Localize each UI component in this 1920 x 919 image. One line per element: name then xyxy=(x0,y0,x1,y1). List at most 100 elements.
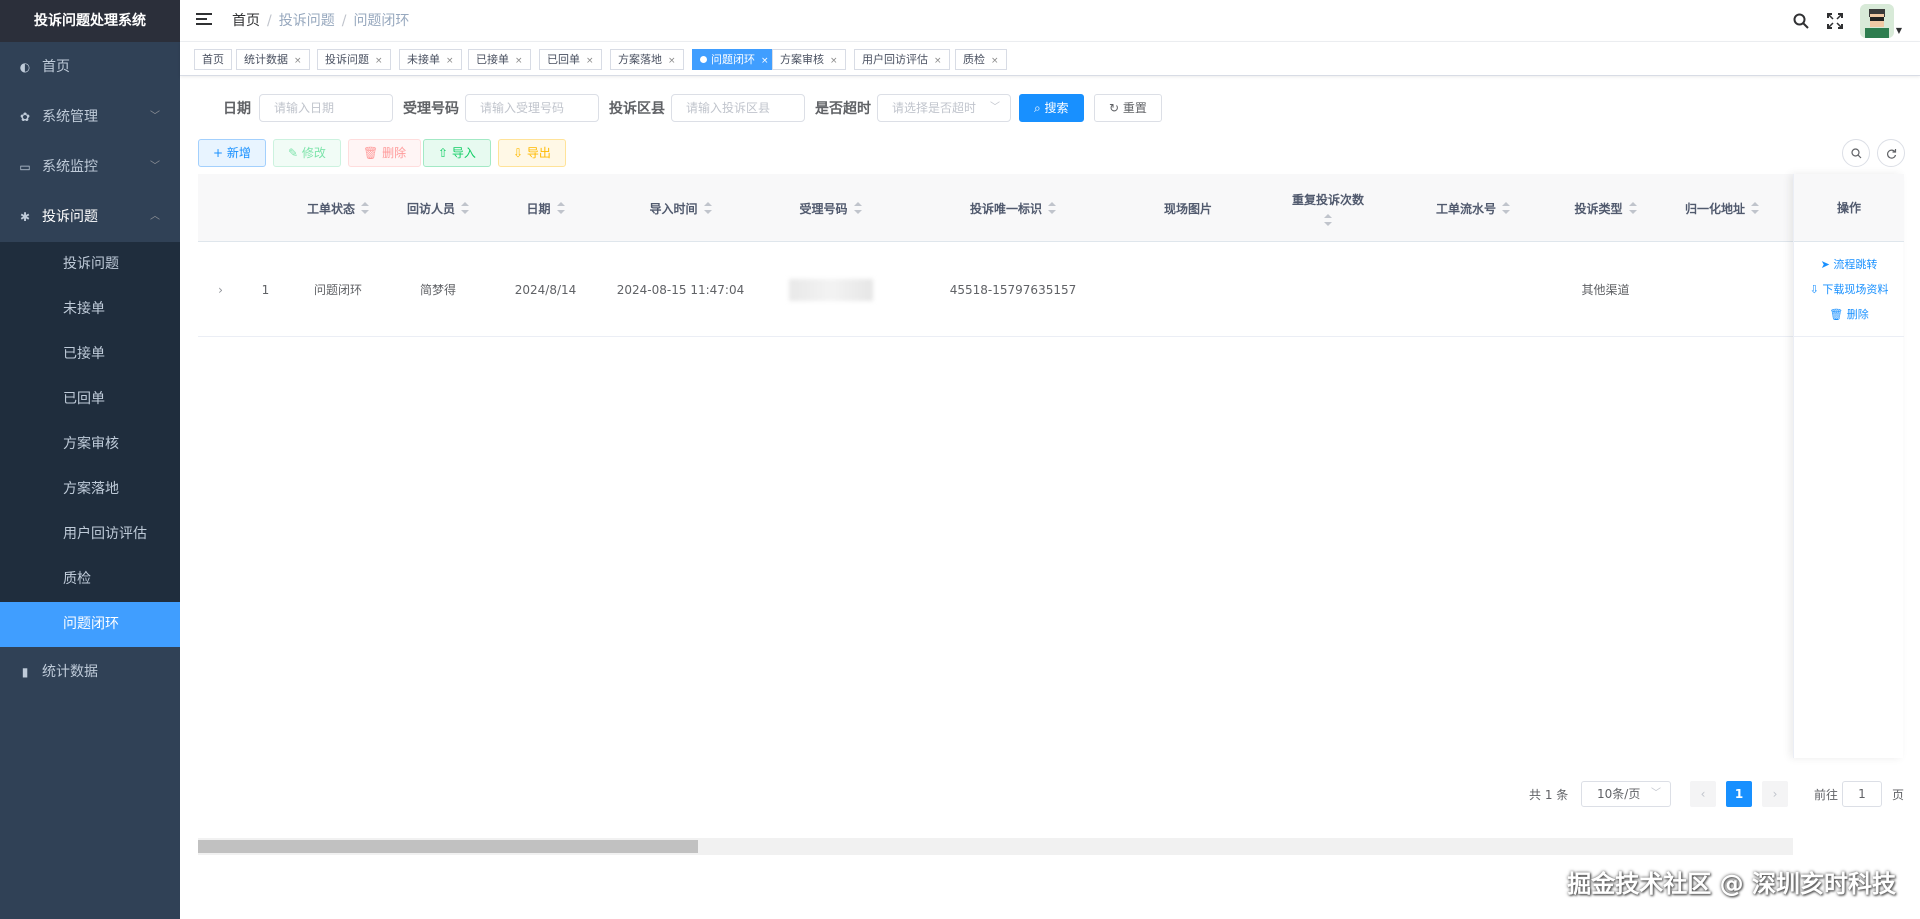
refresh-icon: ↻ xyxy=(1109,101,1123,115)
sort-icon[interactable] xyxy=(1324,213,1332,226)
tag-item[interactable]: 未接单 × xyxy=(399,49,462,70)
close-icon[interactable]: × xyxy=(294,56,302,66)
toggle-search-button[interactable] xyxy=(1842,139,1870,167)
sidebar-item-complaint[interactable]: ✱ 投诉问题 ︿ xyxy=(0,192,180,242)
download-materials-link[interactable]: ⇩ 下载现场资料 xyxy=(1810,277,1889,302)
district-input[interactable]: 请输入投诉区县 xyxy=(671,94,805,122)
close-icon[interactable]: × xyxy=(830,56,838,66)
tag-label: 问题闭环 xyxy=(711,53,755,66)
sidebar-subitem[interactable]: 质检 xyxy=(0,557,180,602)
close-icon[interactable]: × xyxy=(761,56,769,66)
tag-item[interactable]: 已接单 × xyxy=(468,49,531,70)
tag-item[interactable]: 统计数据 × xyxy=(236,49,310,70)
sidebar-subitem[interactable]: 已接单 xyxy=(0,332,180,377)
sort-icon[interactable] xyxy=(1751,202,1760,214)
goto-page-input[interactable]: 1 xyxy=(1842,781,1882,807)
delete-row-link[interactable]: 🗑 删除 xyxy=(1829,302,1868,327)
tag-item[interactable]: 用户回访评估 × xyxy=(854,49,950,70)
tag-home[interactable]: 首页 xyxy=(194,49,232,70)
refresh-button[interactable] xyxy=(1877,139,1905,167)
next-page-button[interactable]: › xyxy=(1762,781,1788,807)
monitor-icon: ▭ xyxy=(19,160,31,174)
sort-icon[interactable] xyxy=(853,202,862,214)
close-icon[interactable]: × xyxy=(991,56,999,66)
add-button[interactable]: + 新增 xyxy=(198,139,266,167)
breadcrumb-item[interactable]: 首页 xyxy=(232,13,260,29)
sidebar-item-system[interactable]: ✿ 系统管理 ﹀ xyxy=(0,92,180,142)
export-button[interactable]: ⇩ 导出 xyxy=(498,139,566,167)
sort-icon[interactable] xyxy=(1048,202,1056,214)
column-header[interactable]: 导入时间 xyxy=(608,174,753,242)
column-header[interactable]: 投诉唯一标识 xyxy=(908,174,1118,242)
bug-icon: ✱ xyxy=(19,210,31,224)
column-header[interactable]: 回访人员 xyxy=(393,174,483,242)
flow-jump-link[interactable]: ➤ 流程跳转 xyxy=(1821,252,1878,277)
date-input[interactable]: 请输入日期 xyxy=(259,94,393,122)
close-icon[interactable]: × xyxy=(446,56,454,66)
table-row[interactable]: › 1 问题闭环 简梦得 2024/8/14 2024-08-15 11:47:… xyxy=(198,242,1903,337)
column-header[interactable]: 工单状态 xyxy=(283,174,393,242)
send-icon: ➤ xyxy=(1820,257,1834,271)
prev-page-button[interactable]: ‹ xyxy=(1690,781,1716,807)
trash-icon: 🗑 xyxy=(1829,307,1847,321)
search-icon[interactable] xyxy=(1788,8,1814,34)
sidebar-subitem[interactable]: 方案审核 xyxy=(0,422,180,467)
sort-icon[interactable] xyxy=(361,202,369,214)
scrollbar-thumb[interactable] xyxy=(198,840,698,853)
hamburger-icon[interactable] xyxy=(196,13,212,29)
district-label: 投诉区县 xyxy=(609,101,665,117)
horizontal-scrollbar[interactable] xyxy=(198,838,1793,855)
column-header[interactable]: 重复投诉次数 xyxy=(1258,174,1398,242)
table-header: 工单状态 回访人员 日期 导入时间 受理号码 投诉唯一标识 现场图片 重复投诉次… xyxy=(198,174,1903,242)
sort-icon[interactable] xyxy=(1628,202,1637,214)
sidebar-subitem-active[interactable]: 问题闭环 xyxy=(0,602,180,647)
tag-item[interactable]: 质检 × xyxy=(955,49,1007,70)
expand-icon[interactable]: › xyxy=(198,242,243,337)
sort-icon[interactable] xyxy=(703,202,712,214)
chevron-up-icon: ︿ xyxy=(150,211,160,222)
close-icon[interactable]: × xyxy=(668,56,676,66)
column-header[interactable]: 归一化地址 xyxy=(1663,174,1793,242)
sidebar-subitem[interactable]: 方案落地 xyxy=(0,467,180,512)
sidebar-item-label: 首页 xyxy=(42,59,70,75)
column-header[interactable]: 工单流水号 xyxy=(1398,174,1548,242)
delete-row-label: 删除 xyxy=(1846,307,1869,321)
sidebar-item-home[interactable]: ◐ 首页 xyxy=(0,42,180,92)
sort-icon[interactable] xyxy=(556,202,565,214)
sort-icon[interactable] xyxy=(1502,202,1510,214)
column-header[interactable]: 日期 xyxy=(483,174,608,242)
search-button[interactable]: ⌕ 搜索 xyxy=(1019,94,1084,122)
avatar[interactable] xyxy=(1859,4,1894,38)
code-input[interactable]: 请输入受理号码 xyxy=(465,94,599,122)
sidebar-subitem[interactable]: 未接单 xyxy=(0,287,180,332)
sidebar-item-monitor[interactable]: ▭ 系统监控 ﹀ xyxy=(0,142,180,192)
column-header[interactable]: 受理号码 xyxy=(753,174,908,242)
sidebar-subitem[interactable]: 用户回访评估 xyxy=(0,512,180,557)
tag-item[interactable]: 方案审核 × xyxy=(772,49,846,70)
close-icon[interactable]: × xyxy=(934,56,942,66)
delete-button[interactable]: 🗑 删除 xyxy=(348,139,422,167)
page-number-active[interactable]: 1 xyxy=(1726,781,1752,807)
close-icon[interactable]: × xyxy=(515,56,523,66)
sidebar-subitem[interactable]: 已回单 xyxy=(0,377,180,422)
page-size-select[interactable]: 10条/页 ﹀ xyxy=(1581,781,1671,807)
sort-icon[interactable] xyxy=(461,202,469,214)
close-icon[interactable]: × xyxy=(375,56,383,66)
tag-item[interactable]: 投诉问题 × xyxy=(317,49,391,70)
breadcrumb-item[interactable]: 投诉问题 xyxy=(279,13,335,29)
sidebar-item-stats[interactable]: ▮ 统计数据 xyxy=(0,647,180,697)
caret-down-icon[interactable]: ▼ xyxy=(1896,26,1902,35)
tag-item-active[interactable]: 问题闭环 × xyxy=(692,49,777,70)
tag-item[interactable]: 已回单 × xyxy=(539,49,602,70)
reset-button[interactable]: ↻ 重置 xyxy=(1094,94,1162,122)
import-button[interactable]: ⇧ 导入 xyxy=(423,139,491,167)
app-title: 投诉问题处理系统 xyxy=(0,0,180,42)
close-icon[interactable]: × xyxy=(586,56,594,66)
fullscreen-icon[interactable] xyxy=(1822,8,1848,34)
tag-item[interactable]: 方案落地 × xyxy=(610,49,684,70)
edit-button[interactable]: ✎ 修改 xyxy=(273,139,341,167)
timeout-select[interactable]: 请选择是否超时 ﹀ xyxy=(877,94,1011,122)
sidebar-subitem[interactable]: 投诉问题 xyxy=(0,242,180,287)
column-header[interactable]: 投诉类型 xyxy=(1548,174,1663,242)
chevron-down-icon: ﹀ xyxy=(990,102,1000,113)
